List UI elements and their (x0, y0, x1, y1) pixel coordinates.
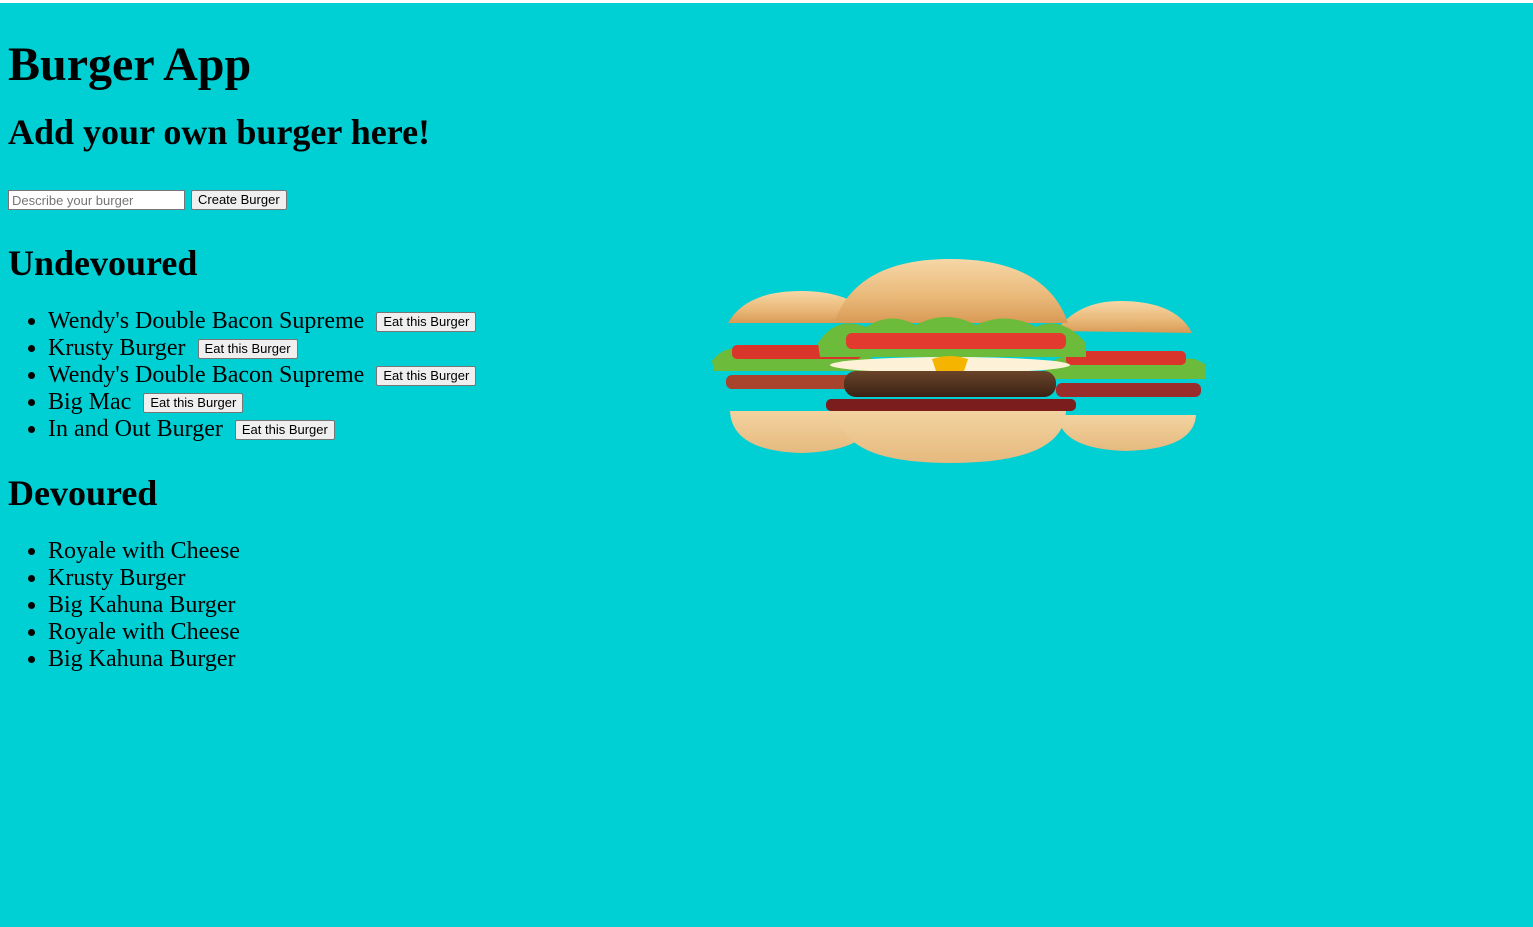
add-burger-heading: Add your own burger here! (8, 112, 431, 152)
page-title: Burger App (8, 38, 252, 91)
center-burger (818, 259, 1086, 463)
list-item: Wendy's Double Bacon Supreme Eat this Bu… (48, 308, 708, 335)
right-burger (1046, 301, 1206, 451)
list-item: Royale with Cheese (48, 538, 708, 565)
create-burger-button[interactable]: Create Burger (191, 190, 287, 210)
burger-name: Royale with Cheese (48, 619, 240, 645)
list-item: Royale with Cheese (48, 619, 708, 646)
eat-burger-button[interactable]: Eat this Burger (376, 312, 477, 332)
devoured-list: Royale with Cheese Krusty Burger Big Kah… (8, 538, 708, 673)
eat-burger-button[interactable]: Eat this Burger (234, 420, 335, 440)
burger-name: Krusty Burger (48, 565, 186, 591)
burger-name: Big Mac (48, 389, 132, 415)
main-content: Burger App Add your own burger here! Cre… (8, 3, 708, 673)
undevoured-heading: Undevoured (8, 243, 198, 283)
undevoured-list: Wendy's Double Bacon Supreme Eat this Bu… (8, 308, 708, 443)
list-item: Big Kahuna Burger (48, 646, 708, 673)
burger-form: Create Burger (8, 189, 708, 211)
list-item: Big Mac Eat this Burger (48, 389, 708, 416)
burger-description-input[interactable] (8, 190, 185, 210)
devoured-heading: Devoured (8, 473, 158, 513)
eat-burger-button[interactable]: Eat this Burger (197, 339, 298, 359)
list-item: Krusty Burger Eat this Burger (48, 335, 708, 362)
list-item: Krusty Burger (48, 565, 708, 592)
list-item: In and Out Burger Eat this Burger (48, 416, 708, 443)
eat-burger-button[interactable]: Eat this Burger (376, 366, 477, 386)
burger-name: Royale with Cheese (48, 538, 240, 564)
burger-name: Wendy's Double Bacon Supreme (48, 308, 365, 334)
burger-name: Krusty Burger (48, 335, 186, 361)
eat-burger-button[interactable]: Eat this Burger (143, 393, 244, 413)
burger-name: Wendy's Double Bacon Supreme (48, 362, 365, 388)
burger-name: Big Kahuna Burger (48, 592, 236, 618)
burger-name: In and Out Burger (48, 416, 223, 442)
list-item: Big Kahuna Burger (48, 592, 708, 619)
burger-name: Big Kahuna Burger (48, 646, 236, 672)
list-item: Wendy's Double Bacon Supreme Eat this Bu… (48, 362, 708, 389)
three-burgers-image (712, 259, 1206, 463)
